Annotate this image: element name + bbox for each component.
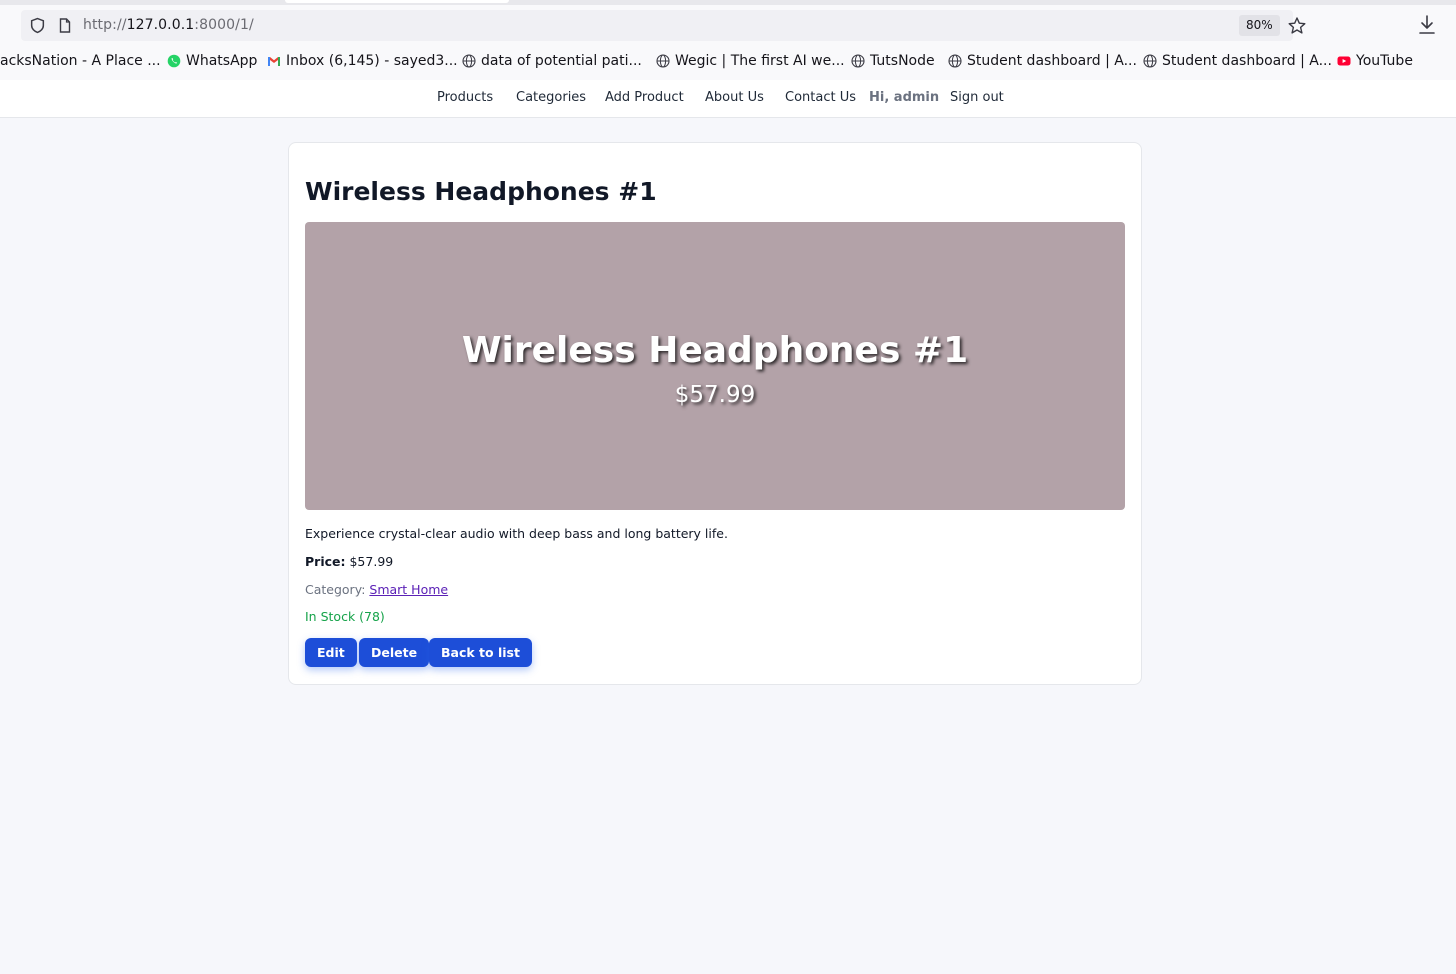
price-value: $57.99 — [349, 554, 394, 569]
browser-chrome: http://127.0.0.1:8000/1/ 80% acksNation … — [0, 0, 1456, 80]
bookmark-gmail[interactable]: Inbox (6,145) - sayed3... — [267, 53, 458, 69]
product-category: Category: Smart Home — [305, 582, 448, 597]
product-image-price: $57.99 — [674, 382, 756, 408]
bookmark-star-icon[interactable] — [1287, 16, 1307, 36]
globe-icon — [948, 54, 962, 68]
product-image: Wireless Headphones #1 $57.99 — [305, 222, 1125, 510]
product-price: Price: $57.99 — [305, 554, 393, 569]
stock-status: In Stock (78) — [305, 609, 385, 624]
youtube-icon — [1337, 56, 1351, 66]
site-navbar: Products Categories Add Product About Us… — [0, 80, 1456, 118]
back-to-list-button[interactable]: Back to list — [429, 638, 532, 667]
zoom-level-button[interactable]: 80% — [1239, 15, 1280, 36]
active-tab[interactable] — [285, 0, 509, 3]
url-text[interactable]: http://127.0.0.1:8000/1/ — [83, 17, 254, 33]
delete-button[interactable]: Delete — [359, 638, 430, 667]
globe-icon — [462, 54, 476, 68]
bookmark-label: acksNation - A Place ... — [0, 53, 161, 69]
product-description: Experience crystal-clear audio with deep… — [305, 526, 728, 541]
price-label: Price: — [305, 554, 346, 569]
nav-products[interactable]: Products — [437, 90, 493, 105]
bookmarks-bar: acksNation - A Place ... WhatsApp Inbox … — [0, 46, 1456, 76]
category-label: Category: — [305, 582, 366, 597]
bookmark-whatsapp[interactable]: WhatsApp — [167, 53, 257, 69]
edit-button[interactable]: Edit — [305, 638, 357, 667]
bookmark-label: data of potential pati... — [481, 53, 642, 69]
globe-icon — [1143, 54, 1157, 68]
bookmark-hacksnation[interactable]: acksNation - A Place ... — [0, 53, 161, 69]
download-icon[interactable] — [1417, 14, 1437, 36]
bookmark-wegic[interactable]: Wegic | The first AI we... — [656, 53, 845, 69]
product-title: Wireless Headphones #1 — [305, 177, 657, 206]
gmail-icon — [268, 57, 280, 66]
url-scheme: http:// — [83, 17, 127, 33]
bookmark-tutsnode[interactable]: TutsNode — [851, 53, 935, 69]
bookmark-label: YouTube — [1356, 53, 1413, 69]
bookmark-label: TutsNode — [870, 53, 935, 69]
globe-icon — [656, 54, 670, 68]
bookmark-data-potential[interactable]: data of potential pati... — [462, 53, 642, 69]
product-image-title: Wireless Headphones #1 — [461, 330, 969, 371]
product-detail-card: Wireless Headphones #1 Wireless Headphon… — [288, 142, 1142, 685]
nav-sign-out[interactable]: Sign out — [950, 90, 1004, 105]
bookmark-youtube[interactable]: YouTube — [1337, 53, 1413, 69]
url-path: :8000/1/ — [194, 17, 254, 33]
shield-icon[interactable] — [29, 17, 46, 34]
page-icon[interactable] — [57, 17, 73, 34]
bookmark-student-dashboard-2[interactable]: Student dashboard | A... — [1143, 53, 1332, 69]
whatsapp-icon — [167, 54, 181, 68]
bookmark-label: Student dashboard | A... — [967, 53, 1137, 69]
url-host: 127.0.0.1 — [126, 17, 195, 33]
category-link[interactable]: Smart Home — [369, 582, 448, 597]
bookmark-label: Wegic | The first AI we... — [675, 53, 845, 69]
nav-add-product[interactable]: Add Product — [605, 90, 684, 105]
address-bar[interactable]: http://127.0.0.1:8000/1/ 80% — [21, 10, 1306, 41]
nav-about-us[interactable]: About Us — [705, 90, 764, 105]
nav-categories[interactable]: Categories — [516, 90, 586, 105]
globe-icon — [851, 54, 865, 68]
user-greeting: Hi, admin — [869, 90, 940, 105]
bookmark-label: Inbox (6,145) - sayed3... — [286, 53, 458, 69]
bookmark-label: Student dashboard | A... — [1162, 53, 1332, 69]
nav-contact-us[interactable]: Contact Us — [785, 90, 856, 105]
bookmark-student-dashboard-1[interactable]: Student dashboard | A... — [948, 53, 1137, 69]
bookmark-label: WhatsApp — [186, 53, 258, 69]
tab-strip — [0, 0, 1456, 5]
